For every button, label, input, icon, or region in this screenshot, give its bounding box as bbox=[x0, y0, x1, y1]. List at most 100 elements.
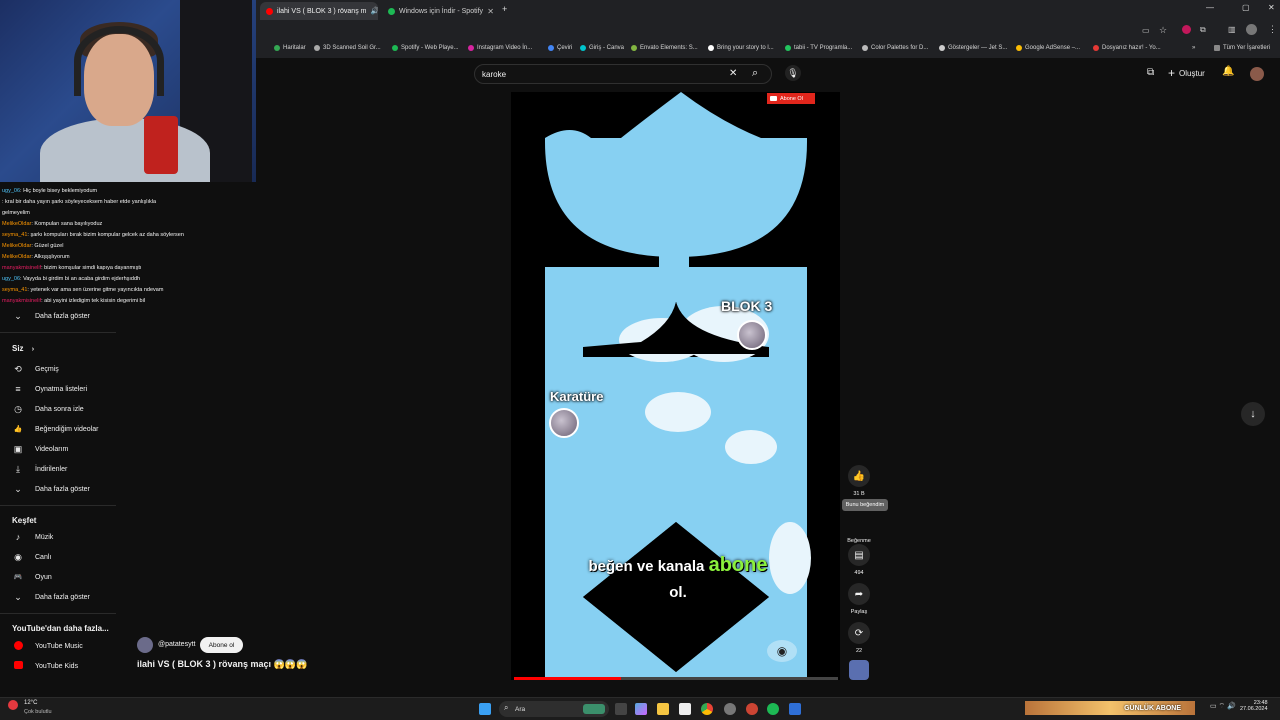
sidebar-item-gaming[interactable]: 🎮 Oyun bbox=[12, 569, 52, 585]
bookmark-label: 3D Scanned Soil Gr... bbox=[323, 45, 381, 51]
shorts-video-player[interactable]: Abone Ol BLOK 3 Karatüre beğen ve kanala… bbox=[511, 92, 840, 680]
folder-icon bbox=[1214, 45, 1220, 51]
channel-avatar[interactable] bbox=[137, 637, 153, 653]
taskbar-search[interactable]: ⌕ Ara bbox=[499, 701, 609, 717]
sound-thumbnail[interactable] bbox=[849, 660, 869, 680]
copilot-icon[interactable] bbox=[635, 703, 647, 715]
task-view-icon[interactable] bbox=[615, 703, 627, 715]
vscode-icon[interactable] bbox=[789, 703, 801, 715]
playlist-icon: ≡ bbox=[15, 384, 21, 394]
share-button[interactable]: ➦ Paylaş bbox=[847, 583, 871, 615]
microphone-icon[interactable]: 🎙 bbox=[785, 65, 801, 81]
star-icon[interactable]: ☆ bbox=[1159, 25, 1167, 36]
avatar[interactable] bbox=[1250, 67, 1264, 81]
close-icon[interactable]: ✕ bbox=[487, 7, 494, 16]
adsense-icon bbox=[1016, 45, 1022, 51]
search-placeholder: Ara bbox=[515, 705, 526, 713]
profile-avatar[interactable] bbox=[1246, 24, 1257, 35]
sidebar-divider bbox=[0, 613, 116, 614]
sidebar-item-label: Daha sonra izle bbox=[35, 405, 84, 413]
all-bookmarks[interactable]: Tüm Yer İşaretleri bbox=[1214, 45, 1270, 51]
search-input[interactable]: karoke ✕ ⌕ bbox=[474, 64, 772, 84]
sidebar-item-history[interactable]: ⟲ Geçmiş bbox=[12, 361, 59, 377]
thumbs-up-icon: 👍 bbox=[13, 426, 23, 433]
extension-icon[interactable] bbox=[1182, 25, 1191, 34]
subscribe-button[interactable]: Abone ol bbox=[200, 637, 243, 653]
recorder-icon[interactable] bbox=[746, 703, 758, 715]
sidebar-item-youtube-kids[interactable]: YouTube Kids bbox=[12, 658, 78, 674]
bookmark-item[interactable]: Envato Elements: S... bbox=[631, 45, 698, 51]
cast-tv-icon[interactable]: ⧉ bbox=[1147, 67, 1154, 78]
bookmark-item[interactable]: tabii - TV Programla... bbox=[785, 45, 852, 51]
chat-message: MelikeOldar: Kompuları sana bayılıyoduz bbox=[2, 219, 252, 230]
tray-icons[interactable]: ▭ ⌔ 🔊 bbox=[1210, 702, 1236, 711]
bookmark-item[interactable]: Dosyanız hazır! - Yo... bbox=[1093, 45, 1161, 51]
sidebar-show-more[interactable]: ⌄ Daha fazla göster bbox=[12, 481, 90, 497]
dislike-button[interactable]: 👎 Beğenme bbox=[847, 512, 871, 544]
weather-icon[interactable] bbox=[8, 700, 18, 710]
bookmark-item[interactable]: Google AdSense –... bbox=[1016, 45, 1080, 51]
chrome-icon[interactable] bbox=[701, 703, 713, 715]
speaker-icon[interactable]: 🔊 bbox=[370, 7, 378, 15]
sidebar-item-liked[interactable]: 👍 Beğendiğim videolar bbox=[12, 421, 99, 437]
maps-icon bbox=[274, 45, 280, 51]
file-explorer-icon[interactable] bbox=[657, 703, 669, 715]
new-tab-button[interactable]: + bbox=[502, 4, 507, 14]
clear-search-icon[interactable]: ✕ bbox=[729, 68, 737, 79]
window-close-icon[interactable]: ✕ bbox=[1268, 3, 1275, 12]
cast-icon[interactable]: ▭ bbox=[1142, 26, 1150, 35]
sidebar-item-label: Daha fazla göster bbox=[35, 485, 90, 493]
sidebar-heading-more-youtube: YouTube'dan daha fazla... bbox=[12, 624, 109, 633]
chat-message: gelmeyelim bbox=[2, 208, 252, 219]
bookmark-item[interactable]: 3D Scanned Soil Gr... bbox=[314, 45, 381, 51]
sidebar-item-youtube-music[interactable]: YouTube Music bbox=[12, 638, 83, 654]
sidebar-show-more[interactable]: ⌄ Daha fazla göster bbox=[12, 308, 90, 324]
video-progress-bar[interactable] bbox=[514, 677, 838, 680]
chat-text: : yetenek var ama sen üzerine gitme yayı… bbox=[27, 287, 164, 293]
like-button[interactable]: 👍 31 B bbox=[847, 465, 871, 497]
create-button[interactable]: + Oluştur bbox=[1168, 66, 1205, 80]
menu-icon[interactable]: ⋮ bbox=[1268, 24, 1277, 35]
minimize-icon[interactable]: — bbox=[1206, 3, 1214, 12]
channel-name[interactable]: @patatesytt bbox=[158, 641, 195, 648]
clock[interactable]: 23:48 27.06.2024 bbox=[1240, 700, 1268, 712]
sidebar-item-live[interactable]: ◉ Canlı bbox=[12, 549, 51, 565]
bookmark-item[interactable]: Gösterge­ler — Jet S... bbox=[939, 45, 1007, 51]
sidebar-item-watch-later[interactable]: ◷ Daha sonra izle bbox=[12, 401, 84, 417]
sidebar-heading-you[interactable]: Siz › bbox=[12, 344, 34, 353]
extensions-icon[interactable]: ⧉ bbox=[1200, 25, 1206, 35]
bookmark-item[interactable]: Color Palettes for D... bbox=[862, 45, 928, 51]
sidebar-item-my-videos[interactable]: ▣ Videolarım bbox=[12, 441, 69, 457]
search-icon[interactable]: ⌕ bbox=[752, 67, 758, 80]
bookmark-item[interactable]: Instagram Video İn... bbox=[468, 45, 532, 51]
bookmark-item[interactable]: Bring your story to l... bbox=[708, 45, 774, 51]
eye-icon[interactable]: ◉ bbox=[767, 640, 797, 662]
sidepanel-icon[interactable]: ▥ bbox=[1228, 25, 1236, 34]
maximize-icon[interactable]: ▢ bbox=[1242, 3, 1250, 12]
store-icon[interactable] bbox=[679, 703, 691, 715]
tab-youtube[interactable]: ilahi VS ( BLOK 3 ) rövanş m 🔊 ✕ bbox=[260, 2, 378, 20]
subscribe-overlay-button[interactable]: Abone Ol bbox=[767, 93, 815, 104]
video-title[interactable]: ilahi VS ( BLOK 3 ) rövanş maçı 😱😱😱 bbox=[137, 659, 307, 670]
comments-button[interactable]: ▤ 494 bbox=[847, 544, 871, 576]
arrow-down-icon[interactable]: ↓ bbox=[1241, 402, 1265, 426]
windows-start-icon[interactable] bbox=[479, 703, 491, 715]
chat-text: : bizim komşular simdi kapıya dayanmıştı bbox=[41, 265, 142, 271]
bookmark-item[interactable]: Haritalar bbox=[274, 45, 306, 51]
sidebar-item-label: Daha fazla göster bbox=[35, 593, 90, 601]
sidebar-item-music[interactable]: ♪ Müzik bbox=[12, 529, 54, 545]
bell-icon[interactable]: 🔔 bbox=[1222, 66, 1234, 77]
remix-icon: ⟳ bbox=[848, 622, 870, 644]
bookmark-item[interactable]: Giriş - Canva bbox=[580, 45, 624, 51]
spotify-icon[interactable] bbox=[767, 703, 779, 715]
sidebar-item-playlists[interactable]: ≡ Oynatma listeleri bbox=[12, 381, 87, 397]
sidebar-item-downloads[interactable]: ⤓ İndirilenler bbox=[12, 461, 67, 477]
tab-spotify[interactable]: Windows için İndir - Spotify ✕ bbox=[382, 2, 500, 20]
app-icon[interactable] bbox=[724, 703, 736, 715]
remix-button[interactable]: ⟳ 22 bbox=[847, 622, 871, 654]
sidebar-show-more[interactable]: ⌄ Daha fazla göster bbox=[12, 589, 90, 605]
more-bookmarks-button[interactable]: » bbox=[1192, 45, 1195, 51]
bookmark-item[interactable]: Çeviri bbox=[548, 45, 572, 51]
sidebar-heading-explore: Keşfet bbox=[12, 516, 37, 525]
bookmark-item[interactable]: Spotify - Web Playe... bbox=[392, 45, 459, 51]
